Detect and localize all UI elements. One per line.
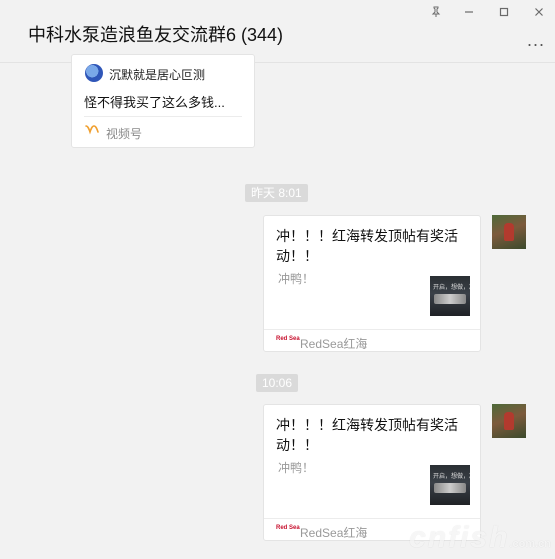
article-thumbnail: 开启，想做，减压 (430, 465, 470, 505)
redsea-logo-icon: Red Sea (276, 336, 300, 342)
channels-icon (85, 125, 99, 135)
timestamp-pill: 昨天 8:01 (245, 184, 308, 202)
article-description: 冲鸭！ (278, 272, 315, 286)
more-options-button[interactable]: ... (527, 30, 545, 51)
watermark-text: cnfish (409, 521, 510, 554)
thumbnail-device (434, 483, 466, 493)
card-divider (84, 116, 242, 117)
card-divider (264, 518, 480, 519)
maximize-icon[interactable] (493, 2, 515, 22)
avatar-figure (504, 223, 514, 241)
shared-article-card[interactable]: 冲！！！红海转发顶帖有奖活动！！ 冲鸭！ 开启，想做，减压 Red Sea Re… (263, 215, 481, 352)
author-avatar (85, 64, 103, 82)
pin-icon[interactable] (425, 2, 447, 22)
card-text: 怪不得我买了这么多钱... (84, 95, 225, 110)
card-divider (264, 329, 480, 330)
article-title: 冲！！！红海转发顶帖有奖活动！！ (276, 228, 458, 264)
thumbnail-device (434, 294, 466, 304)
shared-video-card[interactable]: 沉默就是居心叵测 怪不得我买了这么多钱... 视频号 (71, 54, 255, 148)
article-source: RedSea红海 (300, 337, 368, 351)
site-watermark: cnfish.com.cn (409, 521, 551, 555)
timestamp-pill: 10:06 (256, 374, 299, 392)
sender-avatar[interactable] (492, 404, 526, 438)
article-source: RedSea红海 (300, 526, 368, 540)
thumbnail-caption: 开启，想做，减压 (433, 474, 470, 480)
chat-title: 中科水泵造浪鱼友交流群6 (344) (28, 25, 284, 45)
card-source: 视频号 (106, 127, 143, 141)
close-icon[interactable] (528, 2, 550, 22)
thumbnail-caption: 开启，想做，减压 (433, 285, 470, 291)
sender-avatar[interactable] (492, 215, 526, 249)
article-thumbnail: 开启，想做，减压 (430, 276, 470, 316)
article-description: 冲鸭！ (278, 461, 315, 475)
article-title: 冲！！！红海转发顶帖有奖活动！！ (276, 417, 458, 453)
watermark-suffix: .com.cn (509, 538, 551, 550)
minimize-icon[interactable] (458, 2, 480, 22)
card-author-name: 沉默就是居心叵测 (109, 68, 206, 82)
redsea-logo-icon: Red Sea (276, 525, 300, 531)
avatar-figure (504, 412, 514, 430)
